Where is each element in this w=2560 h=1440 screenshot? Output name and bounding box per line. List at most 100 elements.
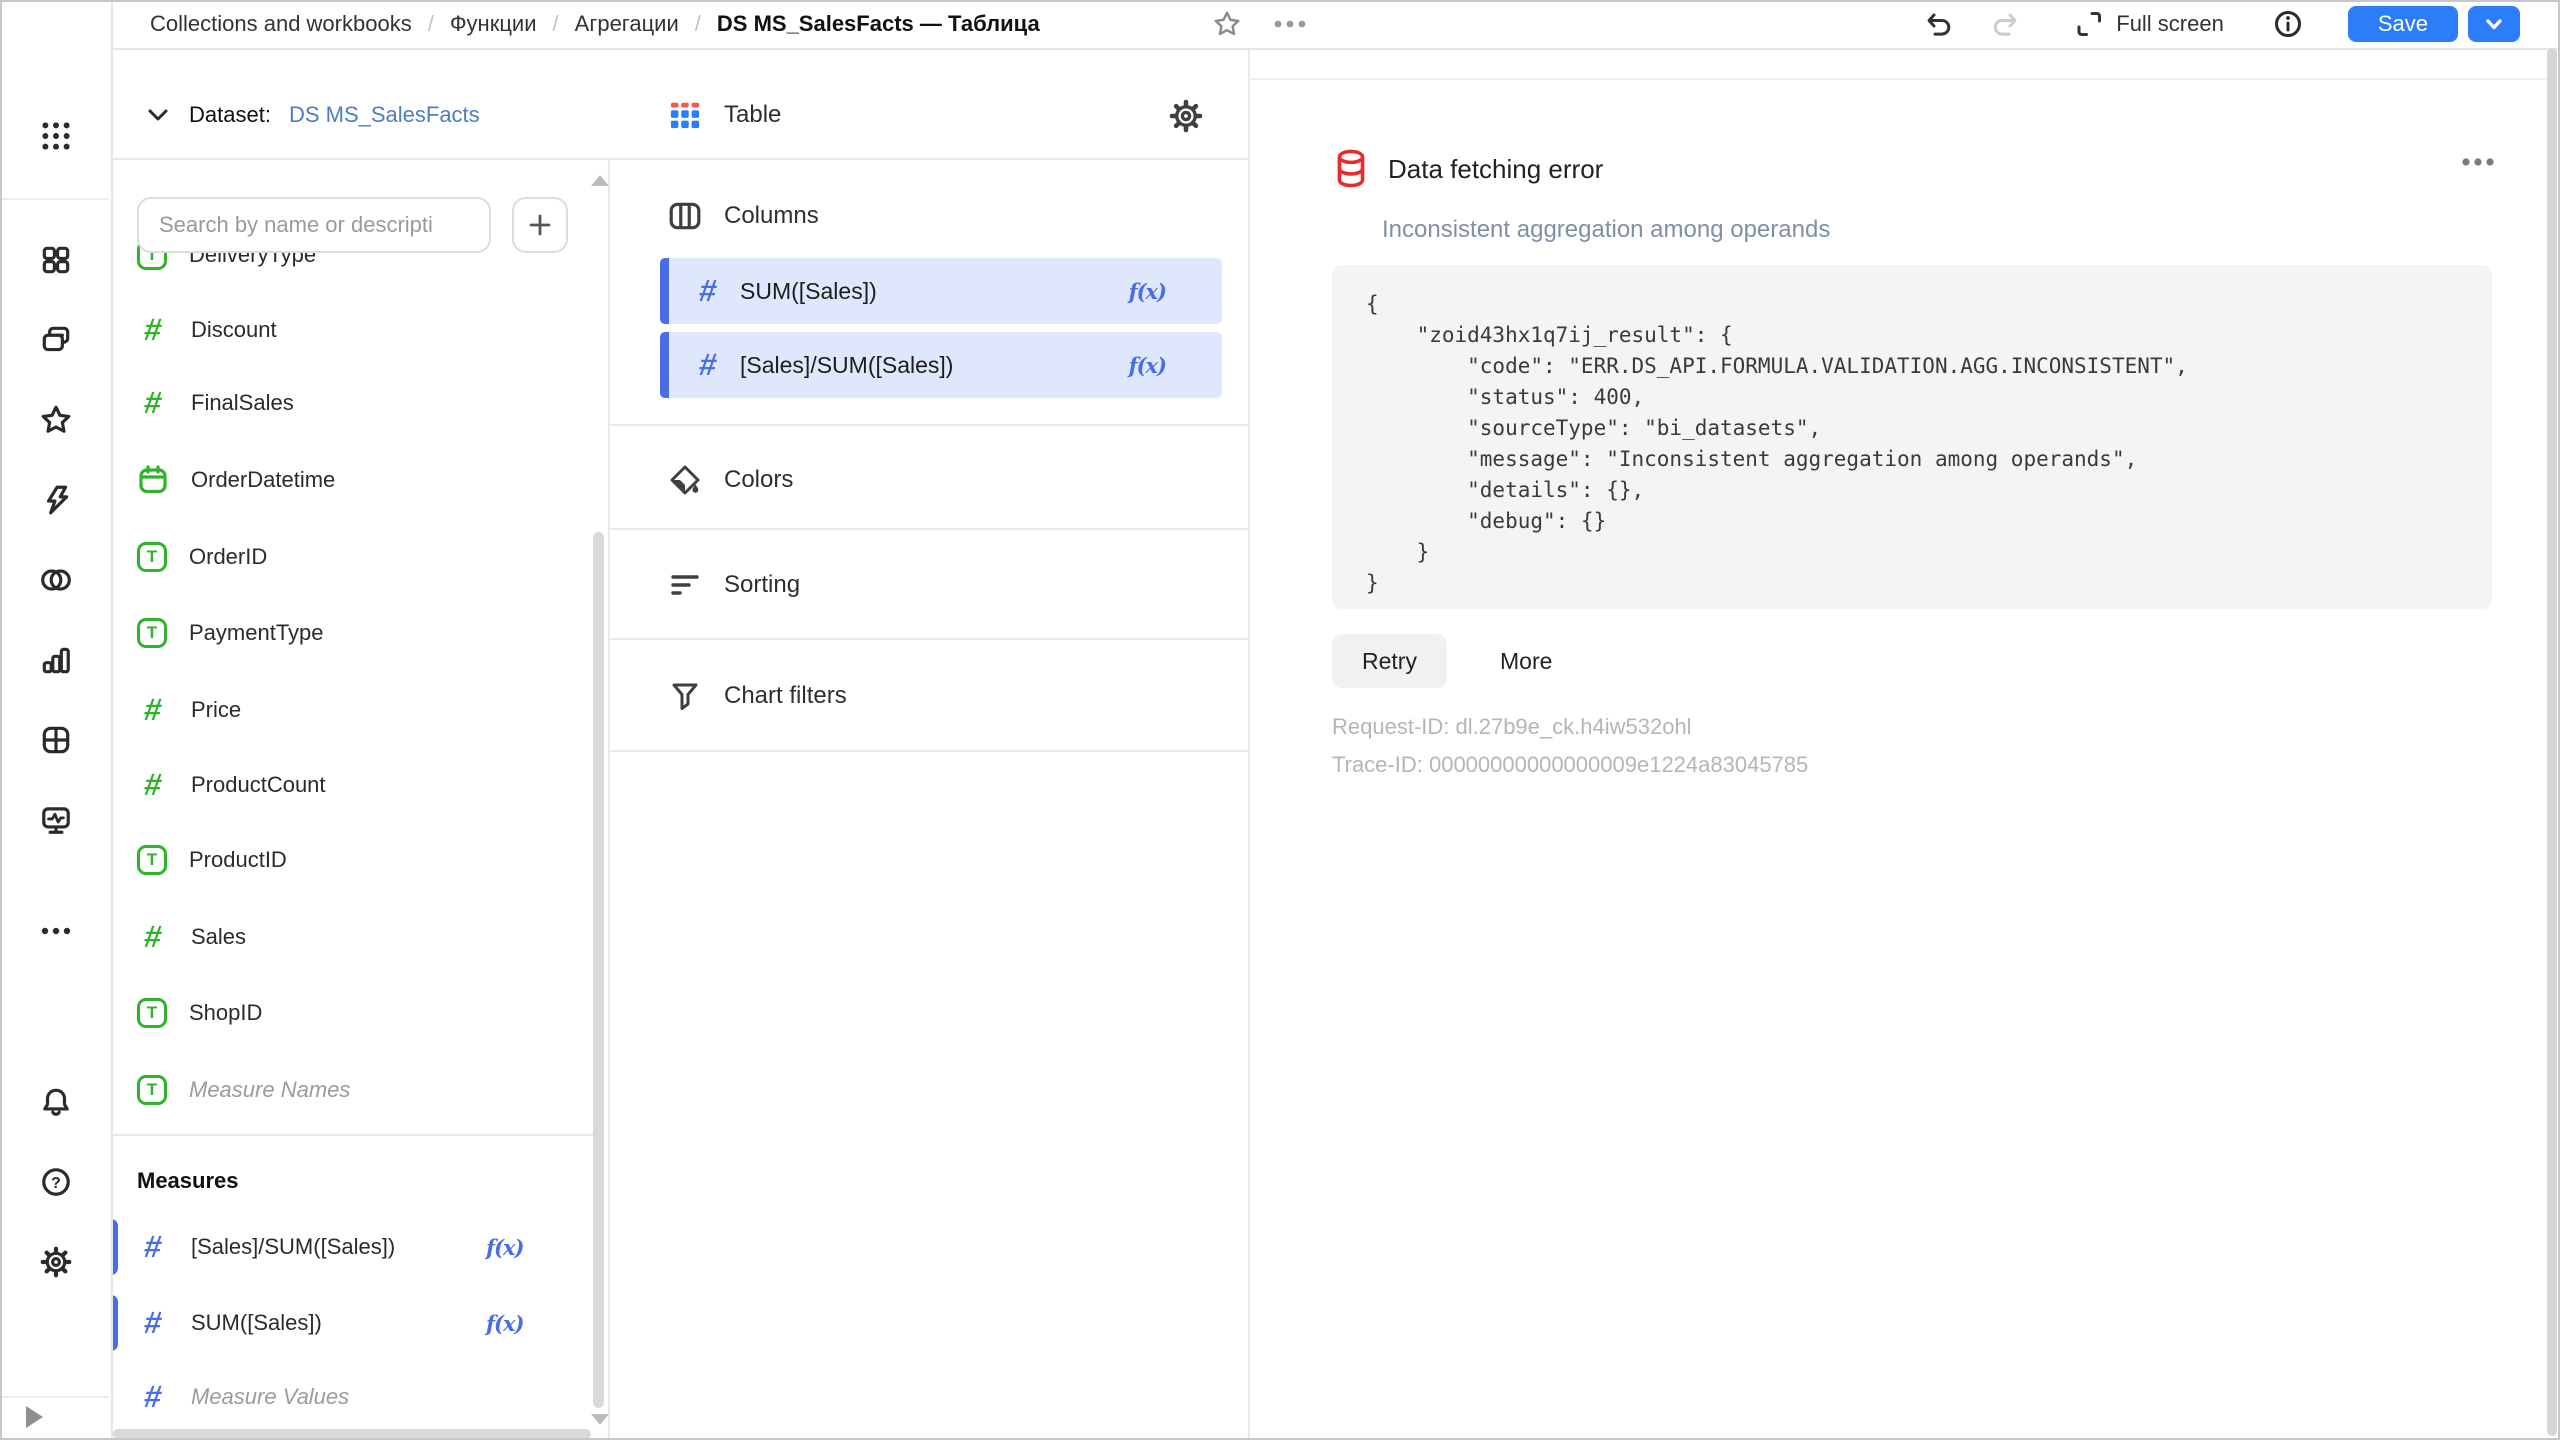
section-divider (608, 424, 1248, 426)
field-row-orderdatetime[interactable]: OrderDatetime (137, 457, 589, 503)
more-services-icon[interactable] (32, 907, 80, 955)
scroll-down-arrow[interactable] (591, 1414, 609, 1425)
field-row-price[interactable]: # Price (137, 687, 589, 733)
column-field-pill[interactable]: # SUM([Sales]) f(x) (660, 258, 1222, 324)
error-json: { "zoid43hx1q7ij_result": { "code": "ERR… (1366, 289, 2458, 599)
breadcrumb-aggregations[interactable]: Агрегации (575, 11, 679, 37)
sorting-section-header[interactable]: Sorting (668, 563, 800, 607)
columns-section-header[interactable]: Columns (668, 194, 819, 238)
chevron-down-icon[interactable] (145, 102, 171, 128)
request-id-text: Request-ID: dl.27b9e_ck.h4iw532ohl (1332, 714, 1692, 740)
field-row-finalsales[interactable]: # FinalSales (137, 380, 589, 426)
number-type-icon: # (135, 1231, 171, 1263)
retry-button[interactable]: Retry (1332, 634, 1447, 688)
string-type-icon: T (137, 618, 167, 648)
formula-fx-icon[interactable]: f(x) (486, 1235, 523, 1260)
section-divider (608, 528, 1248, 530)
plus-icon (527, 212, 553, 238)
notifications-bell-icon[interactable] (32, 1078, 80, 1126)
settings-gear-icon[interactable] (32, 1238, 80, 1286)
date-type-icon (137, 464, 169, 496)
undo-icon[interactable] (1922, 8, 1954, 40)
more-button[interactable]: More (1482, 634, 1570, 688)
field-row-measure-names[interactable]: T Measure Names (137, 1067, 589, 1113)
field-row-productid[interactable]: T ProductID (137, 837, 589, 883)
number-type-icon: # (690, 275, 726, 307)
field-row-discount[interactable]: # Discount (137, 307, 589, 353)
charts-bar-icon[interactable] (32, 636, 80, 684)
window-scrollbar[interactable] (2547, 48, 2557, 1436)
formula-fx-icon[interactable]: f(x) (1129, 353, 1166, 378)
more-actions-icon[interactable] (1272, 14, 1308, 34)
number-type-icon: # (135, 314, 171, 346)
favorites-star-icon[interactable] (32, 396, 80, 444)
section-divider (608, 638, 1248, 640)
field-row-paymenttype[interactable]: T PaymentType (137, 610, 589, 656)
error-more-actions-icon[interactable] (2452, 146, 2504, 178)
topbar: Collections and workbooks / Функции / Аг… (0, 0, 2560, 50)
dataset-name-link[interactable]: DS MS_SalesFacts (289, 102, 480, 128)
rail-footer-divider (0, 1396, 109, 1398)
string-type-icon: T (137, 1075, 167, 1105)
scroll-up-arrow[interactable] (591, 175, 609, 186)
number-type-icon: # (135, 921, 171, 953)
add-field-button[interactable] (512, 197, 568, 253)
breadcrumb-functions[interactable]: Функции (450, 11, 537, 37)
string-type-icon: T (137, 845, 167, 875)
monitoring-icon[interactable] (32, 796, 80, 844)
formula-fx-icon[interactable]: f(x) (1129, 279, 1166, 304)
measure-row-sales-ratio[interactable]: # [Sales]/SUM([Sales]) f(x) (137, 1224, 589, 1270)
topbar-actions: Full screen Save (1922, 0, 2520, 48)
breadcrumb-current-chart[interactable]: DS MS_SalesFacts — Таблица (717, 11, 1040, 37)
panel-divider (608, 48, 610, 1440)
fields-horizontal-scrollbar[interactable] (113, 1429, 591, 1439)
trace-id-text: Trace-ID: 00000000000000009e1224a8304578… (1332, 752, 1808, 778)
number-type-icon: # (135, 694, 171, 726)
measure-row-sum-sales[interactable]: # SUM([Sales]) f(x) (137, 1300, 589, 1346)
info-icon[interactable] (2272, 8, 2304, 40)
measure-row-measure-values[interactable]: # Measure Values (137, 1374, 589, 1420)
string-type-icon: T (137, 542, 167, 572)
expand-panel-arrow-icon[interactable] (26, 1406, 43, 1428)
rail-divider (0, 198, 109, 200)
save-button[interactable]: Save (2348, 6, 2458, 42)
breadcrumb-separator: / (428, 11, 434, 37)
colors-paint-icon (668, 463, 702, 497)
column-field-pill[interactable]: # [Sales]/SUM([Sales]) f(x) (660, 332, 1222, 398)
number-type-icon: # (135, 769, 171, 801)
fields-scrollbar[interactable] (593, 532, 604, 1408)
search-input[interactable] (137, 197, 491, 253)
fullscreen-label[interactable]: Full screen (2116, 11, 2224, 37)
number-type-icon: # (135, 1307, 171, 1339)
dashboards-tiles-icon[interactable] (32, 236, 80, 284)
help-question-icon[interactable]: ? (32, 1158, 80, 1206)
connections-lightning-icon[interactable] (32, 476, 80, 524)
formula-fx-icon[interactable]: f(x) (486, 1311, 523, 1336)
number-type-icon: # (690, 349, 726, 381)
measures-section-title: Measures (137, 1168, 239, 1194)
number-type-icon: # (135, 1381, 171, 1413)
svg-text:?: ? (51, 1175, 61, 1192)
breadcrumb-collections-and-workbooks[interactable]: Collections and workbooks (150, 11, 412, 37)
chart-filters-section-header[interactable]: Chart filters (668, 674, 847, 718)
error-subtitle-link[interactable]: Inconsistent aggregation among operands (1382, 216, 1830, 244)
save-options-button[interactable] (2468, 6, 2520, 42)
chevron-down-icon (2482, 12, 2506, 36)
field-row-orderid[interactable]: T OrderID (137, 534, 589, 580)
error-details-code-block: { "zoid43hx1q7ij_result": { "code": "ERR… (1332, 265, 2492, 609)
fullscreen-expand-icon[interactable] (2074, 9, 2104, 39)
chart-settings-gear-icon[interactable] (1168, 98, 2508, 134)
viz-type-header[interactable]: Table (608, 48, 1248, 160)
redo-icon[interactable] (1990, 8, 2022, 40)
dashboards-table-icon[interactable] (32, 716, 80, 764)
datasets-circles-icon[interactable] (32, 556, 80, 604)
all-services-grid-icon[interactable] (32, 112, 80, 160)
field-accent-bar (660, 258, 669, 324)
favorite-star-icon[interactable] (1212, 9, 1242, 39)
field-row-productcount[interactable]: # ProductCount (137, 762, 589, 808)
collections-icon[interactable] (32, 316, 80, 364)
field-row-sales[interactable]: # Sales (137, 914, 589, 960)
field-row-shopid[interactable]: T ShopID (137, 990, 589, 1036)
section-divider (608, 750, 1248, 752)
colors-section-header[interactable]: Colors (668, 458, 793, 502)
